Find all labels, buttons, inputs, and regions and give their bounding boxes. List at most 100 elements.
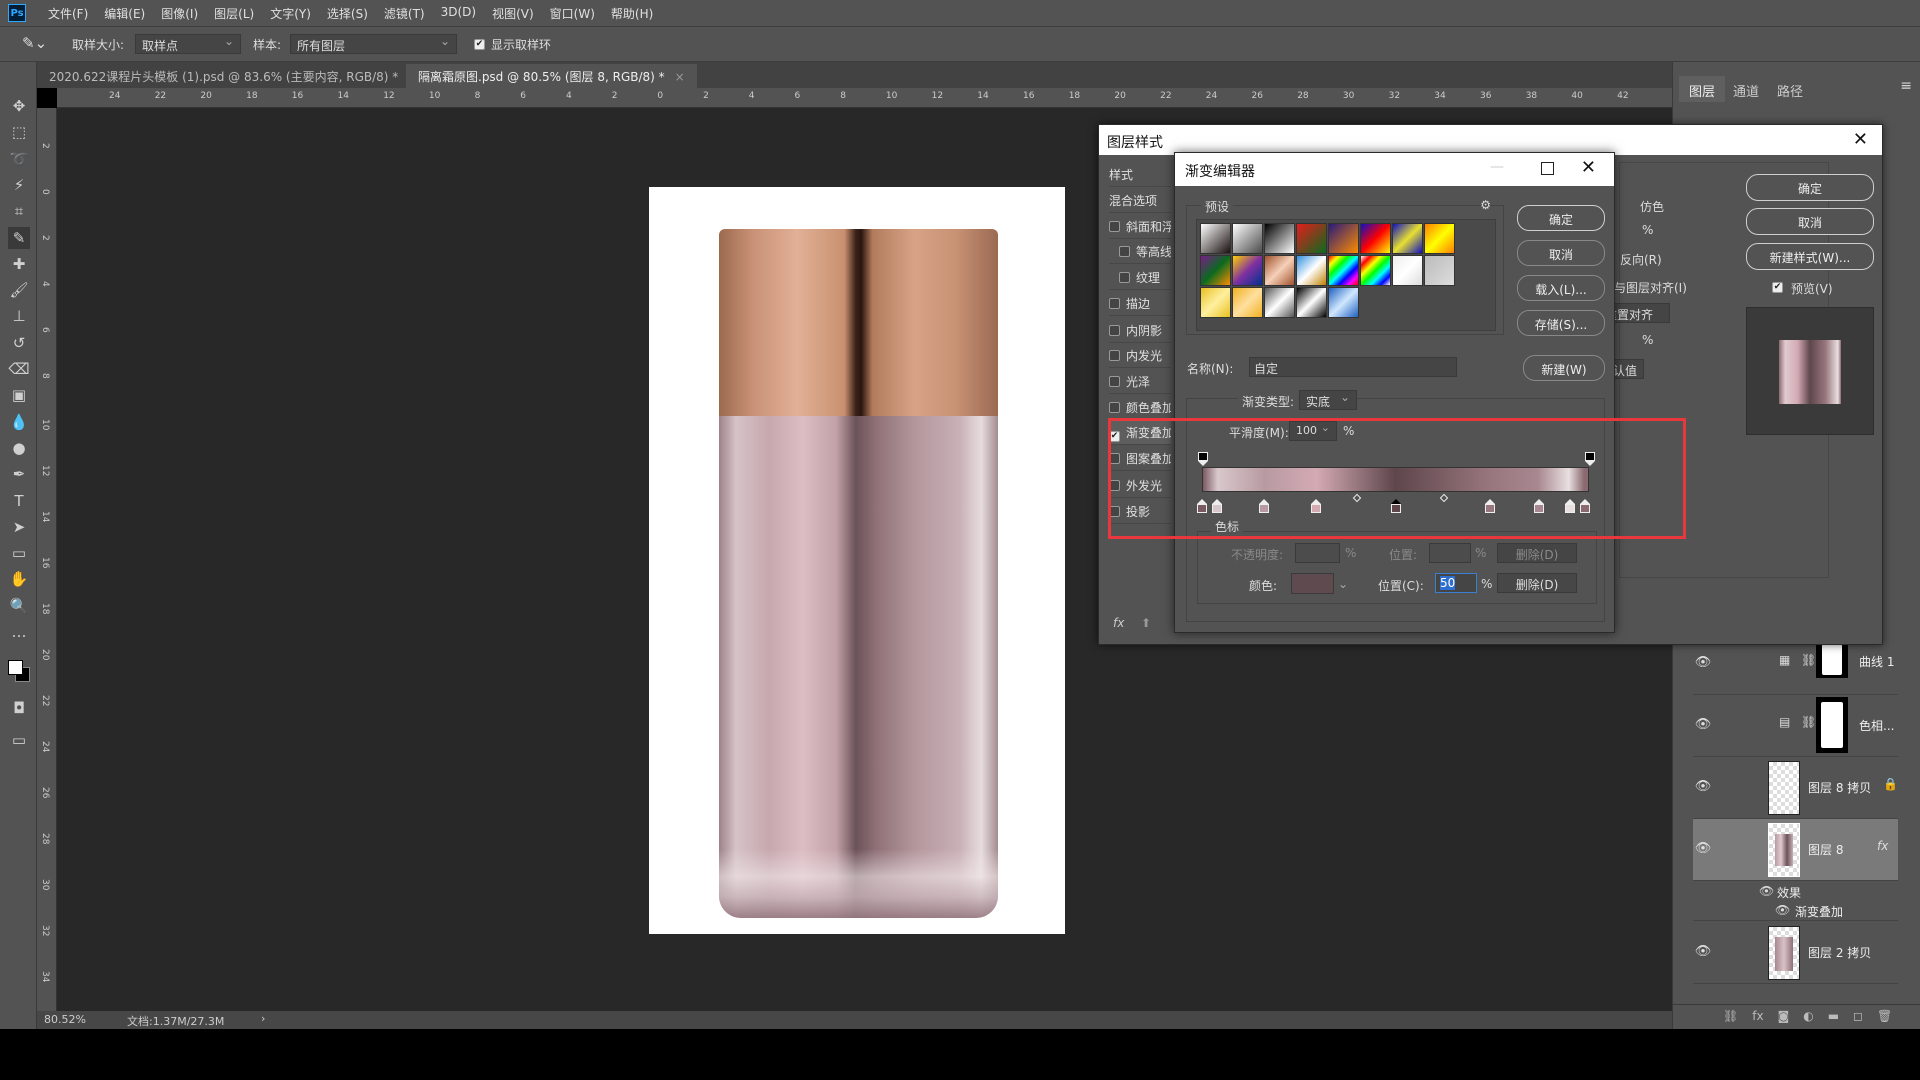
gradient-preset-swatch[interactable] <box>1200 255 1231 286</box>
align-with-layer-label[interactable]: 与图层对齐(I) <box>1614 279 1687 296</box>
gradient-preset-swatch[interactable] <box>1360 223 1391 254</box>
gradient-preset-swatch[interactable] <box>1264 287 1295 318</box>
visibility-eye-icon[interactable]: 👁 <box>1775 903 1790 917</box>
tab-paths[interactable]: 路径 <box>1767 76 1813 102</box>
sample-select[interactable]: 所有图层 <box>290 34 457 54</box>
reverse-label[interactable]: 反向(R) <box>1620 251 1662 268</box>
style-item[interactable]: 颜色叠加 <box>1109 395 1171 420</box>
move-up-icon[interactable]: ⬆ <box>1141 616 1151 630</box>
load-button[interactable]: 载入(L)... <box>1517 275 1605 301</box>
gradient-preset-swatch[interactable] <box>1328 255 1359 286</box>
style-item[interactable]: 描边 <box>1109 291 1171 316</box>
screen-mode-icon[interactable]: ▭ <box>8 729 30 751</box>
color-swatch[interactable] <box>1291 573 1334 594</box>
tab-isolation-cream[interactable]: 隔离霜原图.psd @ 80.5% (图层 8, RGB/8) * × <box>406 64 697 88</box>
minimize-icon[interactable]: — <box>1490 159 1504 175</box>
style-item[interactable]: 内阴影 <box>1109 318 1171 343</box>
visibility-eye-icon[interactable]: 👁 <box>1759 884 1774 898</box>
cancel-button[interactable]: 取消 <box>1746 208 1874 235</box>
gradient-preset-swatch[interactable] <box>1392 223 1423 254</box>
visibility-eye-icon[interactable]: 👁 <box>1693 655 1713 670</box>
name-input[interactable]: 自定 <box>1249 357 1457 377</box>
menu-item[interactable]: 帮助(H) <box>611 5 653 22</box>
style-checkbox[interactable] <box>1109 298 1120 309</box>
lasso-icon[interactable]: ➰ <box>8 148 30 170</box>
crop-icon[interactable]: ⌗ <box>8 200 30 222</box>
menu-item[interactable]: 3D(D) <box>441 5 476 22</box>
style-item[interactable]: 纹理 <box>1109 265 1171 290</box>
style-checkbox[interactable] <box>1109 350 1120 361</box>
menu-item[interactable]: 文件(F) <box>48 5 88 22</box>
style-checkbox[interactable] <box>1119 246 1130 257</box>
shape-icon[interactable]: ▭ <box>8 542 30 564</box>
magic-wand-icon[interactable]: ⚡ <box>8 174 30 196</box>
fx-menu-icon[interactable]: fx <box>1113 616 1124 630</box>
gradient-preset-swatch[interactable] <box>1264 223 1295 254</box>
zoom-level[interactable]: 80.52% <box>44 1013 86 1026</box>
gradient-preset-swatch[interactable] <box>1328 223 1359 254</box>
gradient-preset-swatch[interactable] <box>1232 255 1263 286</box>
ok-button[interactable]: 确定 <box>1746 174 1874 201</box>
style-checkbox[interactable] <box>1109 402 1120 413</box>
panel-menu-icon[interactable]: ≡ <box>1900 78 1912 94</box>
gradient-type-select[interactable]: 实底 <box>1299 390 1357 410</box>
effect-gradient-overlay[interactable]: 渐变叠加 <box>1795 903 1843 920</box>
close-tab-icon[interactable]: × <box>675 70 685 84</box>
trash-icon[interactable]: 🗑 <box>1877 1009 1892 1029</box>
style-item[interactable]: 混合选项 <box>1109 188 1171 213</box>
gradient-preset-swatch[interactable] <box>1392 255 1423 286</box>
layer-row-layer8-copy[interactable]: 👁 图层 8 拷贝 🔒 <box>1693 757 1898 819</box>
menu-item[interactable]: 滤镜(T) <box>384 5 425 22</box>
eyedropper-icon[interactable]: ✎ <box>8 226 30 249</box>
gradient-preset-swatch[interactable] <box>1360 255 1391 286</box>
eyedropper-icon[interactable]: ✎⌄ <box>22 34 47 52</box>
menu-item[interactable]: 编辑(E) <box>104 5 145 22</box>
gradient-preset-swatch[interactable] <box>1296 223 1327 254</box>
pen-icon[interactable]: ✒ <box>8 463 30 485</box>
ok-button[interactable]: 确定 <box>1517 205 1605 231</box>
layer-row-hue[interactable]: 👁 ▤ ⛓ 色相... <box>1693 695 1898 757</box>
chevron-down-icon[interactable]: ⌄ <box>1338 577 1348 591</box>
menu-item[interactable]: 图层(L) <box>214 5 254 22</box>
layer-row-layer8[interactable]: 👁 图层 8 fx <box>1693 819 1898 881</box>
style-item[interactable]: 等高线 <box>1109 239 1171 264</box>
foreground-color[interactable] <box>8 660 23 675</box>
link-icon[interactable]: ⛓ <box>1723 1009 1738 1029</box>
fx-icon[interactable]: fx <box>1877 839 1888 853</box>
gradient-icon[interactable]: ▣ <box>8 384 30 406</box>
dodge-icon[interactable]: ● <box>8 437 30 459</box>
style-item[interactable]: 内发光 <box>1109 343 1171 368</box>
visibility-eye-icon[interactable]: 👁 <box>1693 944 1713 959</box>
gradient-preset-swatch[interactable] <box>1424 223 1455 254</box>
tab-layers[interactable]: 图层 <box>1679 76 1726 102</box>
color-position-input[interactable]: 50 <box>1435 573 1477 593</box>
close-icon[interactable]: ✕ <box>1853 129 1868 150</box>
folder-icon[interactable]: ▬ <box>1828 1009 1839 1029</box>
move-icon[interactable]: ✥ <box>8 95 30 117</box>
healing-brush-icon[interactable]: ✚ <box>8 253 30 275</box>
close-icon[interactable]: ✕ <box>1581 157 1596 178</box>
style-item[interactable]: 斜面和浮雕 <box>1109 214 1171 239</box>
path-select-icon[interactable]: ➤ <box>8 516 30 538</box>
brush-icon[interactable]: 🖌 <box>8 279 30 301</box>
quick-mask-icon[interactable]: ◘ <box>8 697 30 719</box>
status-arrow-icon[interactable]: › <box>261 1012 265 1025</box>
gradient-preset-swatch[interactable] <box>1328 287 1359 318</box>
menu-item[interactable]: 窗口(W) <box>550 5 595 22</box>
new-style-button[interactable]: 新建样式(W)... <box>1746 243 1874 270</box>
menu-item[interactable]: 视图(V) <box>492 5 534 22</box>
adjustment-icon[interactable]: ◐ <box>1803 1009 1813 1029</box>
maximize-icon[interactable] <box>1541 162 1554 175</box>
visibility-eye-icon[interactable]: 👁 <box>1693 717 1713 732</box>
gradient-preset-swatch[interactable] <box>1296 255 1327 286</box>
style-checkbox[interactable] <box>1109 376 1120 387</box>
save-button[interactable]: 存储(S)... <box>1517 310 1605 336</box>
style-checkbox[interactable] <box>1119 272 1130 283</box>
dither-label[interactable]: 仿色 <box>1640 198 1664 215</box>
layer-row-layer2-copy[interactable]: 👁 图层 2 拷贝 <box>1693 922 1898 984</box>
blur-icon[interactable]: 💧 <box>8 411 30 433</box>
menu-item[interactable]: 文字(Y) <box>270 5 311 22</box>
effects-label[interactable]: 效果 <box>1777 884 1801 901</box>
style-checkbox[interactable] <box>1109 221 1120 232</box>
new-layer-icon[interactable]: ◻ <box>1853 1009 1863 1029</box>
